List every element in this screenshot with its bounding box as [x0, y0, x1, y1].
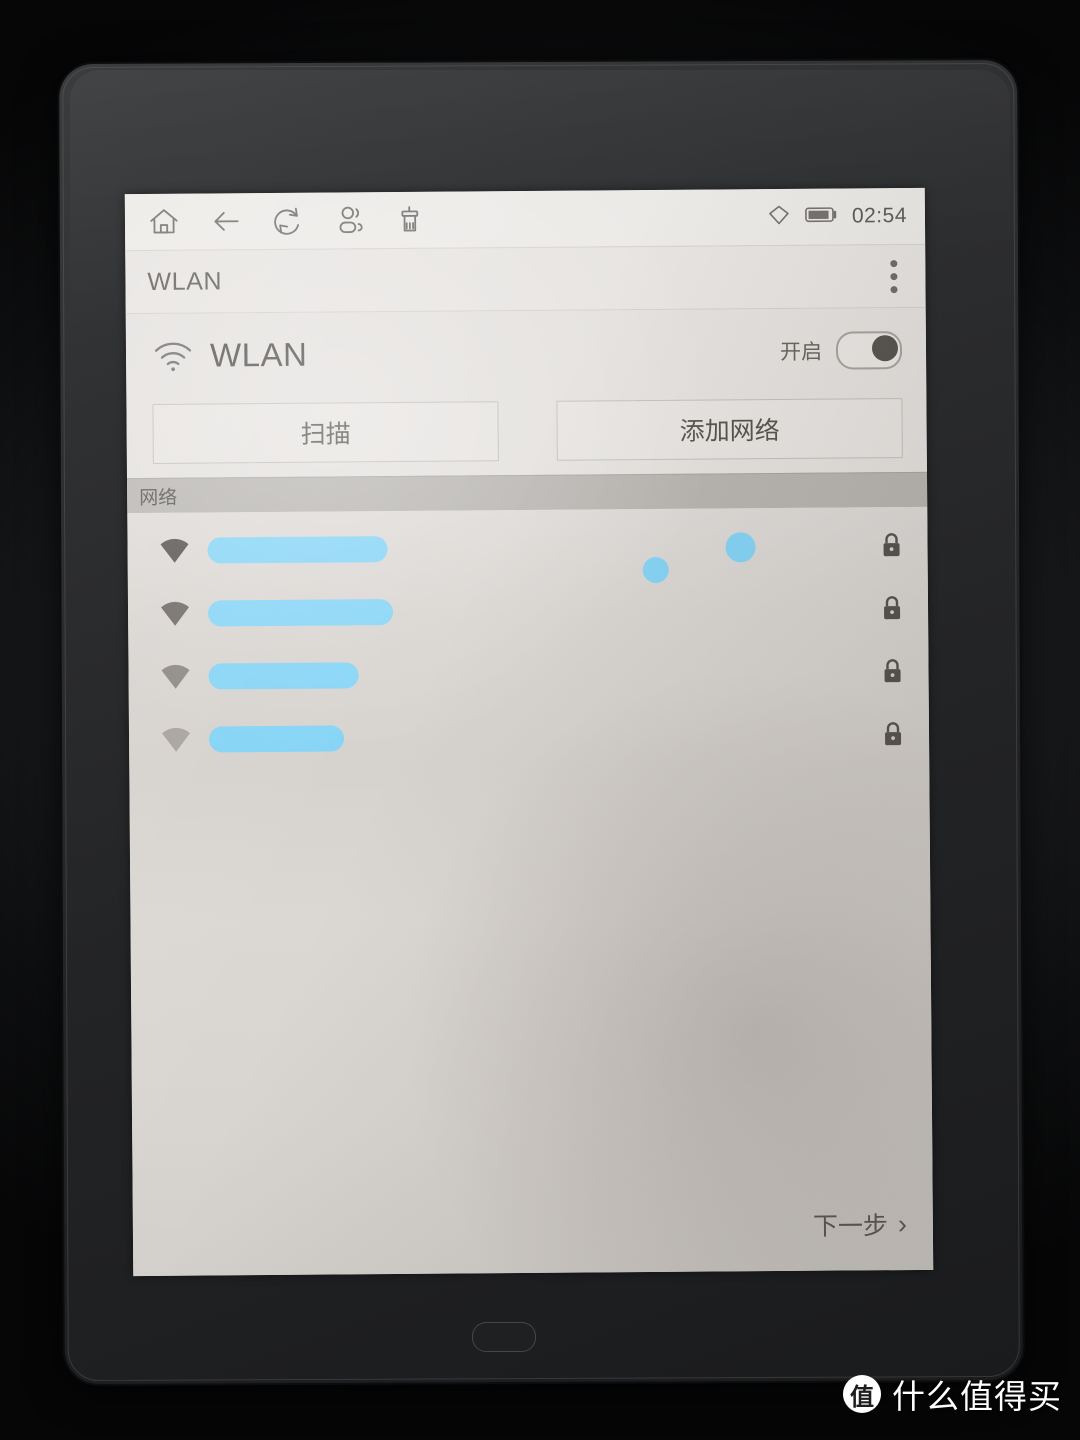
signal-strength-icon — [159, 724, 193, 754]
wlan-toggle-switch[interactable] — [835, 331, 903, 370]
add-network-button[interactable]: 添加网络 — [556, 398, 903, 461]
next-step-label: 下一步 — [812, 1212, 889, 1241]
network-row[interactable] — [128, 639, 928, 708]
status-indicators: 02:54 — [766, 201, 907, 233]
wlan-toggle-state-label: 开启 — [779, 340, 823, 365]
network-row[interactable] — [129, 702, 929, 771]
lock-icon — [880, 657, 904, 685]
chevron-right-icon: › — [897, 1208, 907, 1239]
redaction-dot — [725, 532, 756, 563]
lock-icon — [881, 720, 905, 748]
photograph-of-tablet: 02:54 WLAN WLAN 开启 扫描 添加网络 网络 下一步 › 值 什么… — [0, 0, 1080, 1440]
wlan-toggle-group[interactable]: 开启 — [779, 331, 903, 370]
page-title: WLAN — [147, 266, 223, 296]
watermark: 值 什么值得买 — [843, 1370, 1062, 1418]
eink-screen: 02:54 WLAN WLAN 开启 扫描 添加网络 网络 下一步 › — [124, 187, 934, 1277]
network-ssid-redacted — [207, 598, 394, 627]
home-button[interactable] — [472, 1322, 536, 1352]
toggle-knob — [871, 335, 899, 362]
signal-strength-icon — [158, 598, 192, 628]
status-bar: 02:54 — [124, 187, 926, 251]
lock-icon — [879, 531, 903, 559]
back-icon[interactable] — [209, 204, 243, 238]
signal-strength-icon — [158, 661, 192, 691]
home-icon[interactable] — [147, 205, 181, 239]
network-ssid-redacted — [208, 724, 345, 753]
battery-icon — [805, 204, 839, 229]
title-bar: WLAN — [125, 243, 926, 315]
network-ssid-redacted — [207, 535, 388, 564]
empty-list-area: 下一步 › — [129, 764, 934, 1277]
cleaner-icon[interactable] — [395, 203, 429, 237]
lock-icon — [880, 594, 904, 622]
refresh-icon[interactable] — [271, 204, 305, 238]
wifi-status-icon — [766, 201, 792, 232]
watermark-badge-icon: 值 — [843, 1375, 881, 1413]
scan-button[interactable]: 扫描 — [152, 401, 499, 464]
users-icon[interactable] — [333, 203, 367, 237]
overflow-menu-icon[interactable] — [884, 254, 903, 299]
network-ssid-redacted — [208, 661, 359, 690]
network-row[interactable] — [127, 513, 927, 584]
wlan-label: WLAN — [209, 335, 308, 374]
wifi-icon — [152, 338, 194, 374]
wlan-action-buttons: 扫描 添加网络 — [126, 391, 927, 479]
system-toolbar — [147, 203, 429, 239]
watermark-text: 什么值得买 — [892, 1377, 1062, 1416]
wlan-master-row[interactable]: WLAN 开启 — [125, 307, 927, 399]
signal-strength-icon — [157, 535, 191, 565]
network-row[interactable] — [128, 576, 928, 645]
next-step-button[interactable]: 下一步 › — [813, 1206, 907, 1243]
status-clock: 02:54 — [851, 204, 908, 228]
network-list — [127, 506, 930, 772]
